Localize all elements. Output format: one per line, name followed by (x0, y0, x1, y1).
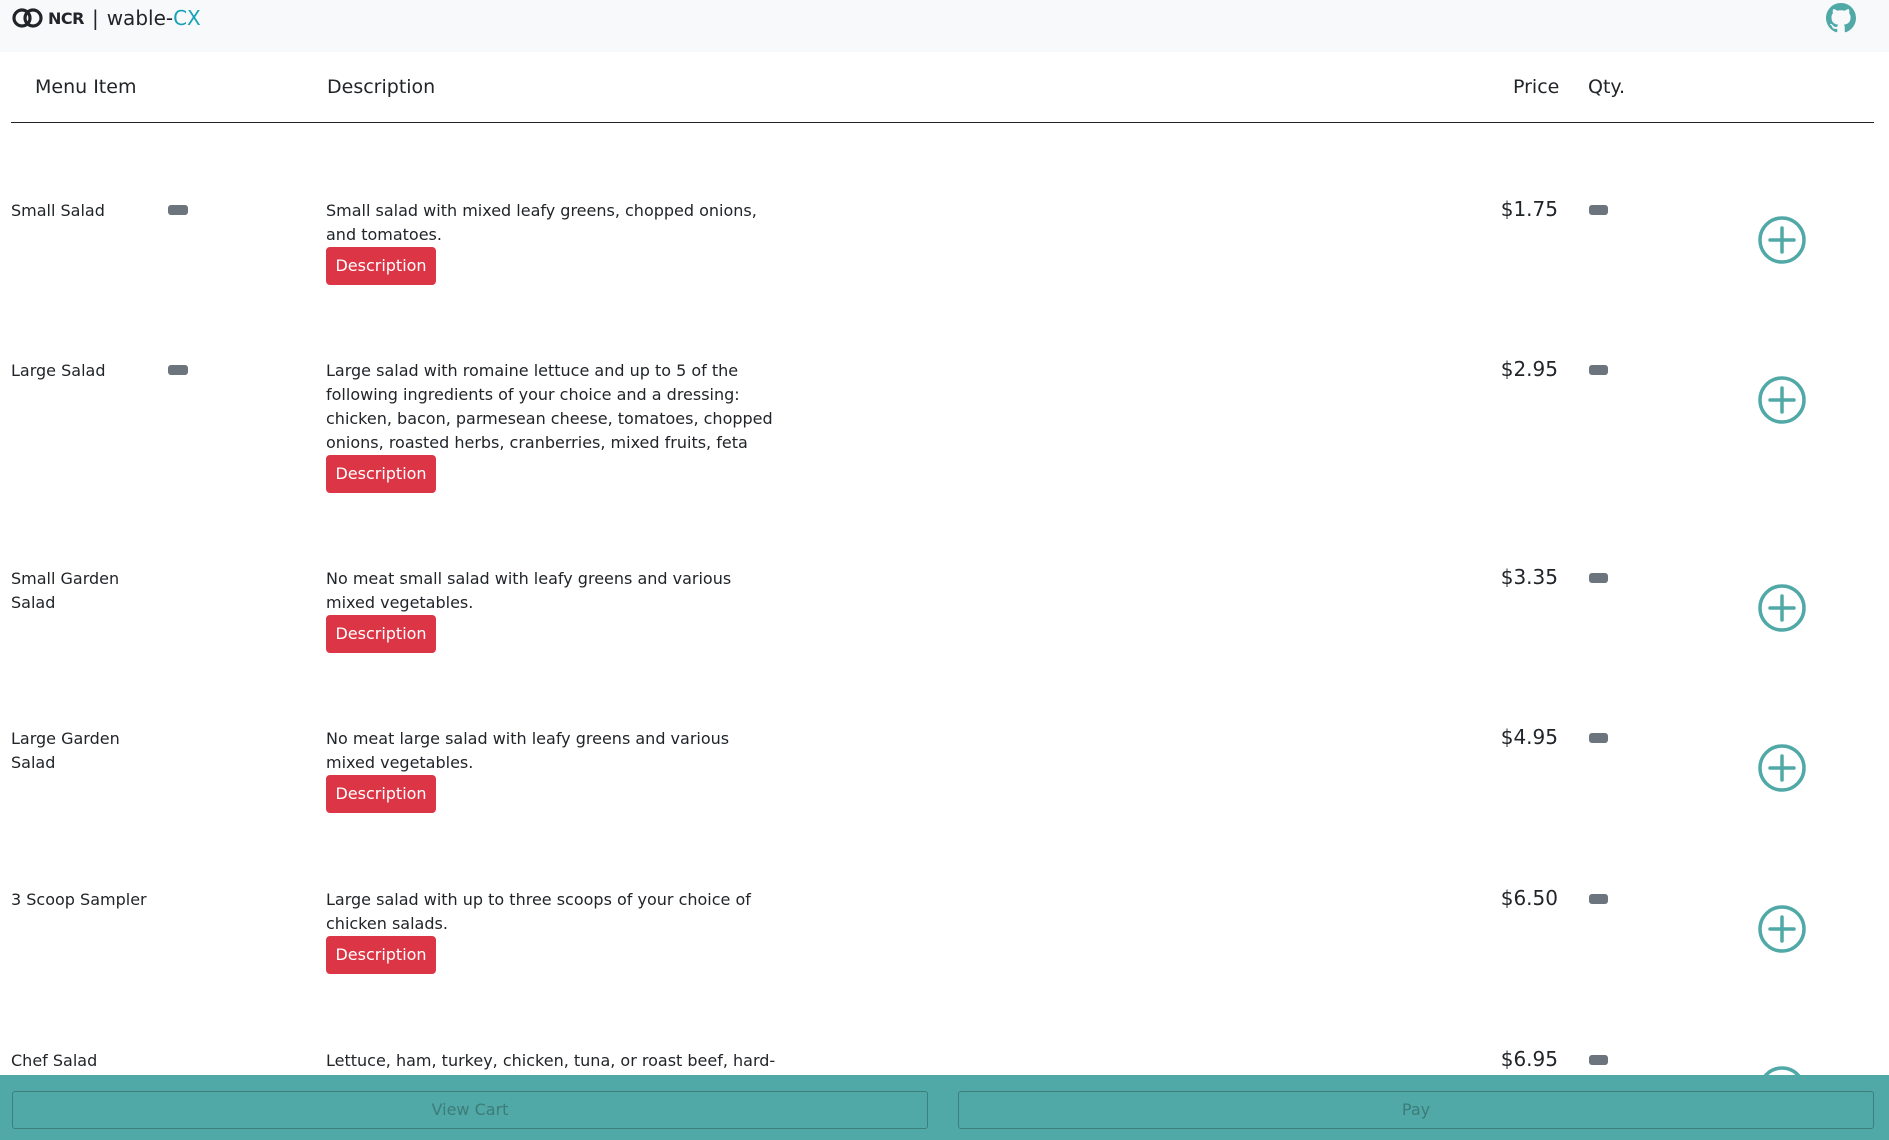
description-button[interactable]: Description (326, 455, 436, 493)
ncr-logo-icon (12, 8, 43, 28)
item-price: $6.50 (1500, 886, 1558, 910)
item-price: $3.35 (1500, 565, 1558, 589)
item-description: Small salad with mixed leafy greens, cho… (326, 201, 757, 244)
github-icon[interactable] (1826, 3, 1856, 33)
item-price: $1.75 (1500, 197, 1558, 221)
item-name: Small Salad (11, 201, 105, 220)
item-description: Lettuce, ham, turkey, chicken, tuna, or … (326, 1051, 776, 1070)
item-name: Large Garden Salad (11, 729, 120, 772)
qty-badge (1589, 205, 1608, 215)
item-name: 3 Scoop Sampler (11, 890, 147, 909)
view-cart-button[interactable]: View Cart (12, 1091, 928, 1129)
column-header-qty: Qty. (1588, 76, 1625, 98)
table-header: Menu Item Description Price Qty. (11, 52, 1874, 123)
column-header-menu-item: Menu Item (35, 76, 137, 98)
item-badge (168, 205, 188, 215)
item-price: $6.95 (1500, 1047, 1558, 1071)
qty-badge (1589, 365, 1608, 375)
description-button[interactable]: Description (326, 247, 436, 285)
qty-badge (1589, 573, 1608, 583)
qty-badge (1589, 1055, 1608, 1065)
app-name-suffix: CX (173, 6, 201, 30)
item-price: $4.95 (1500, 725, 1558, 749)
navbar: NCR | wable- CX (0, 0, 1889, 52)
brand-separator: | (91, 6, 99, 30)
description-button[interactable]: Description (326, 936, 436, 974)
item-badge (168, 365, 188, 375)
item-name: Small Garden Salad (11, 569, 120, 612)
app-name: wable- (106, 6, 174, 30)
description-button[interactable]: Description (326, 775, 436, 813)
ncr-logo: NCR (12, 8, 84, 28)
column-header-price: Price (1513, 76, 1560, 98)
qty-badge (1589, 894, 1608, 904)
item-description: No meat small salad with leafy greens an… (326, 569, 732, 612)
pay-button[interactable]: Pay (958, 1091, 1874, 1129)
item-description: Large salad with up to three scoops of y… (326, 890, 751, 933)
item-description: No meat large salad with leafy greens an… (326, 729, 730, 772)
brand[interactable]: NCR | wable- CX (12, 4, 201, 32)
column-header-description: Description (327, 76, 436, 98)
qty-badge (1589, 733, 1608, 743)
item-name: Large Salad (11, 361, 106, 380)
add-to-cart-plus-icon[interactable] (1757, 215, 1807, 265)
add-to-cart-plus-icon[interactable] (1757, 583, 1807, 633)
item-name: Chef Salad (11, 1051, 98, 1070)
add-to-cart-plus-icon[interactable] (1757, 743, 1807, 793)
item-price: $2.95 (1500, 357, 1558, 381)
footer-bar: View Cart Pay (0, 1075, 1889, 1140)
add-to-cart-plus-icon[interactable] (1757, 375, 1807, 425)
description-button[interactable]: Description (326, 615, 436, 653)
add-to-cart-plus-icon[interactable] (1757, 904, 1807, 954)
ncr-logo-text: NCR (48, 8, 84, 28)
